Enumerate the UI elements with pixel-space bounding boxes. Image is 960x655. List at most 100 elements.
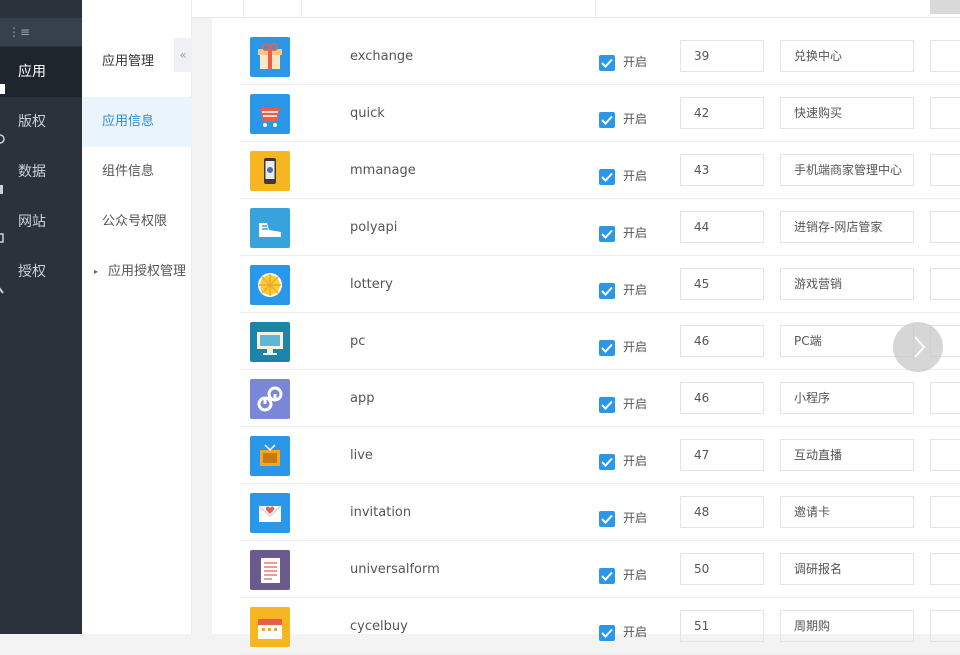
sort-order-input[interactable]: 48 xyxy=(680,496,764,528)
submenu-item-label: 应用信息 xyxy=(102,114,155,129)
sidebar-item-website[interactable]: 网站 xyxy=(0,197,82,247)
sort-order-input[interactable]: 45 xyxy=(680,268,764,300)
sort-order-input[interactable]: 47 xyxy=(680,439,764,471)
sort-order-input[interactable]: 46 xyxy=(680,382,764,414)
enabled-checkbox[interactable] xyxy=(599,112,615,128)
extra-field-input[interactable] xyxy=(930,154,960,186)
submenu-item-label: 公众号权限 xyxy=(102,214,168,229)
app-row: lottery 开启 45 游戏营销 xyxy=(240,256,960,313)
extra-field-input[interactable] xyxy=(930,40,960,72)
sidebar-item-label: 数据 xyxy=(18,164,46,180)
sort-order-input[interactable]: 44 xyxy=(680,211,764,243)
chevron-right-icon[interactable] xyxy=(893,322,943,372)
calendar-icon xyxy=(250,607,290,647)
app-row: mmanage 开启 43 手机端商家管理中心 xyxy=(240,142,960,199)
form-icon xyxy=(250,550,290,590)
sort-order-input[interactable]: 43 xyxy=(680,154,764,186)
sidebar-toggle[interactable]: ⋮≡ xyxy=(0,18,82,46)
app-identifier: mmanage xyxy=(350,163,416,178)
extra-field-input[interactable] xyxy=(930,439,960,471)
sort-order-input[interactable]: 51 xyxy=(680,610,764,642)
toolbar-segment[interactable] xyxy=(244,0,302,18)
sort-order-input[interactable]: 42 xyxy=(680,97,764,129)
sidebar-item-app[interactable]: 应用 xyxy=(0,47,82,97)
enabled-checkbox[interactable] xyxy=(599,625,615,641)
grid-icon xyxy=(0,66,7,94)
app-row: pc 开启 46 PC端 xyxy=(240,313,960,370)
sidebar-item-label: 授权 xyxy=(18,264,46,280)
copyright-icon xyxy=(0,116,7,144)
submenu-item-label: 组件信息 xyxy=(102,164,155,179)
app-identifier: exchange xyxy=(350,49,414,64)
app-title-input[interactable]: 互动直播 xyxy=(780,439,914,471)
enabled-checkbox[interactable] xyxy=(599,454,615,470)
extra-field-input[interactable] xyxy=(930,211,960,243)
next-page-button[interactable] xyxy=(893,322,943,372)
extra-field-input[interactable] xyxy=(930,97,960,129)
app-identifier: polyapi xyxy=(350,220,398,235)
app-title-input[interactable]: 游戏营销 xyxy=(780,268,914,300)
enabled-label: 开启 xyxy=(623,340,648,354)
wheel-icon xyxy=(250,265,290,305)
sort-order-input[interactable]: 46 xyxy=(680,325,764,357)
app-title-input[interactable]: 兑换中心 xyxy=(780,40,914,72)
sidebar-item-data[interactable]: 数据 xyxy=(0,147,82,197)
sidebar-item-authorize[interactable]: 授权 xyxy=(0,247,82,297)
extra-field-input[interactable] xyxy=(930,496,960,528)
sidebar-item-label: 版权 xyxy=(18,114,46,130)
extra-field-input[interactable] xyxy=(930,553,960,585)
phone-icon xyxy=(250,151,290,191)
enabled-label: 开启 xyxy=(623,169,648,183)
sidebar-item-label: 应用 xyxy=(18,64,46,80)
app-title-input[interactable]: 进销存-网店管家 xyxy=(780,211,914,243)
app-title-input[interactable]: 调研报名 xyxy=(780,553,914,585)
app-identifier: app xyxy=(350,391,375,406)
enabled-checkbox[interactable] xyxy=(599,397,615,413)
enabled-checkbox[interactable] xyxy=(599,511,615,527)
tv-icon xyxy=(250,436,290,476)
app-identifier: cycelbuy xyxy=(350,619,408,634)
enabled-label: 开启 xyxy=(623,568,648,582)
menu-collapse-icon[interactable]: ⋮≡ xyxy=(8,25,30,39)
submenu-item-app-info[interactable]: 应用信息 xyxy=(82,97,192,147)
enabled-checkbox[interactable] xyxy=(599,568,615,584)
submenu-item-label: 应用授权管理 xyxy=(108,264,187,279)
key-icon xyxy=(0,266,7,294)
app-title-input[interactable]: 快速购买 xyxy=(780,97,914,129)
toolbar-segment[interactable] xyxy=(302,0,596,18)
app-title-input[interactable]: 手机端商家管理中心 xyxy=(780,154,914,186)
enabled-checkbox[interactable] xyxy=(599,283,615,299)
app-title-input[interactable]: 邀请卡 xyxy=(780,496,914,528)
app-row: universalform 开启 50 调研报名 xyxy=(240,541,960,598)
enabled-checkbox[interactable] xyxy=(599,340,615,356)
enabled-label: 开启 xyxy=(623,511,648,525)
caret-right-icon: ▸ xyxy=(94,267,99,276)
toolbar-segment[interactable] xyxy=(192,0,244,18)
submenu-item-app-auth-manage[interactable]: ▸ 应用授权管理 xyxy=(82,247,192,297)
app-title-input[interactable]: 小程序 xyxy=(780,382,914,414)
monitor-icon xyxy=(0,216,7,243)
collapse-submenu-button[interactable]: « xyxy=(174,38,192,72)
extra-field-input[interactable] xyxy=(930,610,960,642)
sort-order-input[interactable]: 50 xyxy=(680,553,764,585)
app-row: cycelbuy 开启 51 周期购 xyxy=(240,598,960,655)
enabled-checkbox[interactable] xyxy=(599,226,615,242)
extra-field-input[interactable] xyxy=(930,268,960,300)
toolbar-scroll-thumb[interactable] xyxy=(930,0,960,14)
extra-field-input[interactable] xyxy=(930,382,960,414)
submenu-item-component-info[interactable]: 组件信息 xyxy=(82,147,192,197)
sort-order-input[interactable]: 39 xyxy=(680,40,764,72)
app-title-input[interactable]: 周期购 xyxy=(780,610,914,642)
enabled-checkbox[interactable] xyxy=(599,169,615,185)
main-sidebar: ⋮≡ 应用 版权 数据 网站 授权 xyxy=(0,0,82,634)
double-chevron-left-icon[interactable]: « xyxy=(179,48,186,62)
enabled-checkbox[interactable] xyxy=(599,55,615,71)
sidebar-item-copyright[interactable]: 版权 xyxy=(0,97,82,147)
enabled-label: 开启 xyxy=(623,397,648,411)
app-identifier: lottery xyxy=(350,277,393,292)
app-row: exchange 开启 39 兑换中心 xyxy=(240,28,960,85)
submenu-item-wechat-permission[interactable]: 公众号权限 xyxy=(82,197,192,247)
miniapp-icon xyxy=(250,379,290,419)
pc-icon xyxy=(250,322,290,362)
enabled-label: 开启 xyxy=(623,283,648,297)
